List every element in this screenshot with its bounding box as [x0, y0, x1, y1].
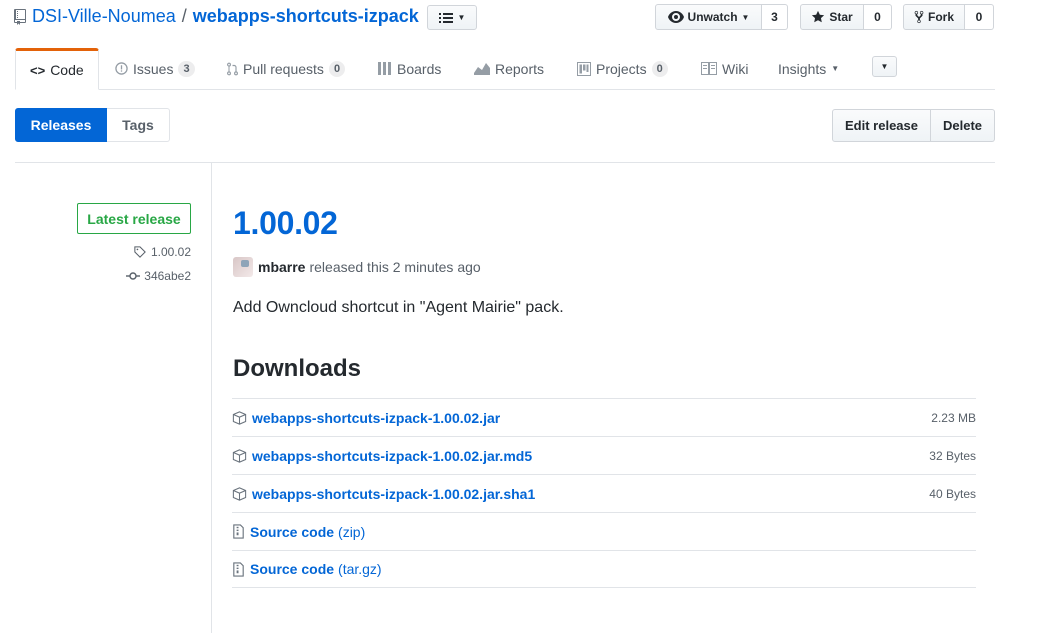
release-meta-divider: [211, 163, 212, 633]
tab-reports[interactable]: Reports: [474, 48, 544, 89]
downloads-list: webapps-shortcuts-izpack-1.00.02.jar 2.2…: [232, 398, 976, 588]
graph-icon: [474, 62, 490, 75]
repo-name-link[interactable]: webapps-shortcuts-izpack: [193, 6, 419, 27]
stars-count[interactable]: 0: [864, 4, 892, 30]
delete-release-button[interactable]: Delete: [931, 109, 995, 142]
list-icon: [438, 12, 453, 24]
release-title[interactable]: 1.00.02: [233, 205, 338, 242]
file-size: 32 Bytes: [929, 448, 976, 463]
release-author[interactable]: mbarre: [258, 259, 305, 275]
list-item: webapps-shortcuts-izpack-1.00.02.jar 2.2…: [232, 398, 976, 436]
chevron-down-icon: ▼: [880, 62, 889, 71]
source-format: (tar.gz): [338, 561, 382, 577]
tab-issues-label: Issues: [133, 60, 174, 77]
download-link[interactable]: webapps-shortcuts-izpack-1.00.02.jar.md5: [252, 448, 532, 464]
package-icon: [232, 410, 252, 425]
package-icon: [232, 448, 252, 463]
issues-count-badge: 3: [178, 60, 195, 77]
source-code-label: Source code: [250, 523, 335, 540]
code-icon: <>: [30, 62, 46, 78]
repo-separator: /: [181, 6, 187, 26]
star-button[interactable]: Star: [800, 4, 864, 30]
divider: [15, 162, 995, 163]
projects-count-badge: 0: [651, 60, 668, 77]
list-item: webapps-shortcuts-izpack-1.00.02.jar.sha…: [232, 474, 976, 512]
tab-boards[interactable]: Boards: [378, 48, 441, 89]
repo-icon: [14, 8, 26, 25]
boards-icon: [378, 62, 392, 75]
package-icon: [232, 486, 252, 501]
watchers-count[interactable]: 3: [762, 4, 788, 30]
release-tag[interactable]: 1.00.02: [100, 245, 191, 259]
unwatch-button[interactable]: Unwatch ▼: [655, 4, 762, 30]
release-description: Add Owncloud shortcut in "Agent Mairie" …: [233, 299, 564, 316]
edit-release-button[interactable]: Edit release: [832, 109, 931, 142]
fork-label: Fork: [927, 10, 954, 24]
file-size: 2.23 MB: [931, 410, 976, 425]
book-icon: [701, 62, 717, 75]
release-time-text: released this 2 minutes ago: [309, 259, 481, 275]
star-label: Star: [829, 10, 853, 24]
tags-tab[interactable]: Tags: [107, 108, 170, 142]
repo-nav: <> Code Issues 3 Pull requests 0 Boards …: [15, 48, 995, 90]
tab-reports-label: Reports: [495, 60, 545, 77]
forks-count[interactable]: 0: [965, 4, 994, 30]
tab-code-label: Code: [50, 62, 84, 78]
tab-issues[interactable]: Issues 3: [115, 48, 195, 89]
pull-request-icon: [227, 62, 238, 76]
download-link[interactable]: webapps-shortcuts-izpack-1.00.02.jar.sha…: [252, 486, 535, 502]
nav-more-button[interactable]: ▼: [872, 56, 897, 77]
tab-wiki-label: Wiki: [722, 60, 749, 77]
tab-insights-label: Insights: [778, 60, 827, 77]
tab-boards-label: Boards: [397, 60, 442, 77]
caret-down-icon: ▼: [457, 13, 466, 22]
release-author-line: mbarre released this 2 minutes ago: [233, 257, 481, 277]
eye-icon: [667, 11, 684, 23]
release-commit[interactable]: 346abe2: [100, 269, 191, 283]
project-icon: [577, 61, 591, 76]
fork-icon: [914, 10, 924, 24]
source-format: (zip): [338, 523, 366, 540]
list-item: Source code (tar.gz): [232, 550, 976, 588]
file-zip-icon: [232, 524, 250, 539]
tab-wiki[interactable]: Wiki: [701, 48, 748, 89]
fork-button[interactable]: Fork: [903, 4, 965, 30]
repo-header: DSI-Ville-Noumea / webapps-shortcuts-izp…: [14, 6, 419, 27]
list-item: Source code (zip): [232, 512, 976, 550]
latest-release-badge: Latest release: [77, 203, 191, 234]
releases-tab[interactable]: Releases: [15, 108, 107, 142]
issue-icon: [115, 62, 128, 75]
avatar[interactable]: [233, 257, 253, 277]
tab-insights[interactable]: Insights ▼: [778, 48, 839, 89]
release-commit-label: 346abe2: [144, 269, 191, 283]
star-icon: [811, 10, 825, 24]
unwatch-label: Unwatch: [687, 10, 738, 24]
release-tag-label: 1.00.02: [150, 245, 191, 259]
file-zip-icon: [232, 561, 250, 577]
tab-projects[interactable]: Projects 0: [577, 48, 668, 89]
downloads-heading: Downloads: [233, 355, 362, 382]
source-zip-link[interactable]: Source code (zip): [250, 524, 365, 540]
caret-down-icon: ▼: [741, 12, 750, 22]
tag-icon: [133, 246, 151, 258]
source-code-label: Source code: [250, 561, 335, 577]
chevron-down-icon: ▼: [831, 64, 840, 73]
tab-code[interactable]: <> Code: [15, 48, 99, 90]
pull-requests-count-badge: 0: [328, 60, 346, 77]
tab-pull-requests[interactable]: Pull requests 0: [227, 48, 346, 89]
tab-projects-label: Projects: [596, 60, 647, 77]
repo-owner-link[interactable]: DSI-Ville-Noumea: [32, 6, 176, 27]
file-size: 40 Bytes: [929, 486, 976, 501]
source-targz-link[interactable]: Source code (tar.gz): [250, 561, 382, 577]
repo-menu-button[interactable]: ▼: [427, 5, 477, 30]
commit-icon: [126, 271, 144, 281]
download-link[interactable]: webapps-shortcuts-izpack-1.00.02.jar: [252, 410, 500, 426]
releases-subnav: Releases Tags: [15, 108, 170, 142]
list-item: webapps-shortcuts-izpack-1.00.02.jar.md5…: [232, 436, 976, 474]
tab-pull-requests-label: Pull requests: [243, 60, 324, 77]
